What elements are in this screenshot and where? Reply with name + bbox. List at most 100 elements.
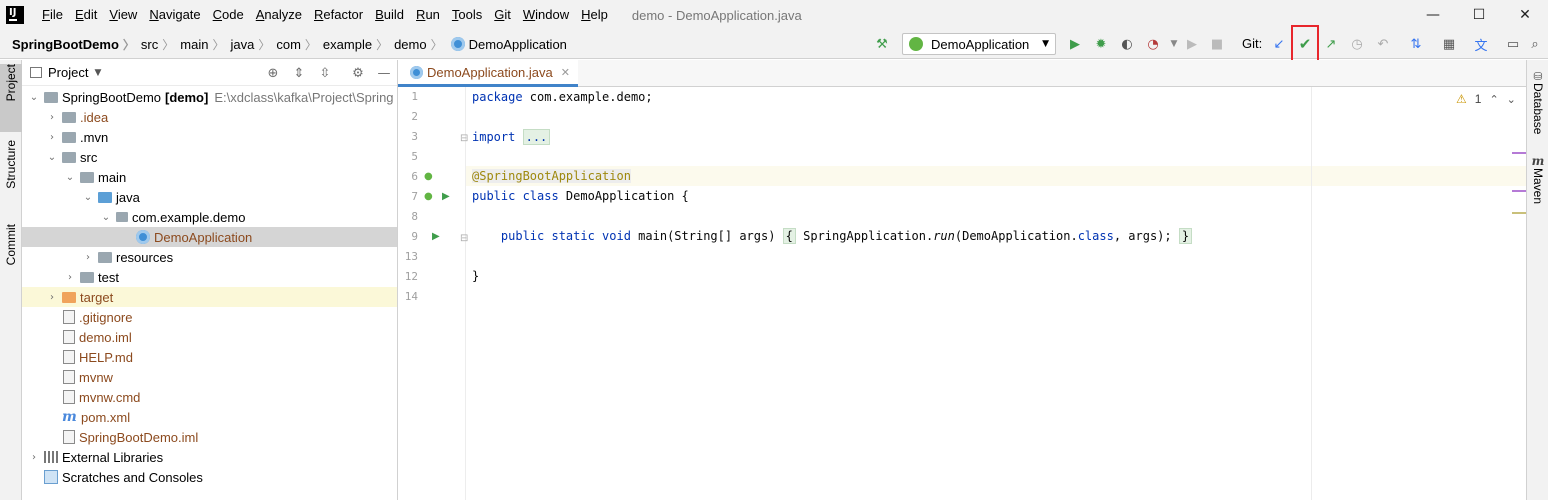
- menu-refactor[interactable]: Refactor: [308, 0, 369, 30]
- tool-tab-structure[interactable]: Structure: [0, 140, 22, 210]
- editor-gutter[interactable]: 1 2 3 5 6 7 8 9 13 12 14 ⊟ ● ● ▶ ▶ ⊟: [398, 87, 468, 500]
- tree-node-package[interactable]: ⌄ com.example.demo: [22, 207, 397, 227]
- expanded-arrow-icon[interactable]: ⌄: [62, 172, 78, 183]
- menu-file[interactable]: File: [36, 0, 69, 30]
- expand-all-icon[interactable]: ⇕: [290, 64, 308, 82]
- tree-node-mvnw-cmd[interactable]: mvnw.cmd: [22, 387, 397, 407]
- locate-file-icon[interactable]: ⊕: [264, 64, 282, 82]
- menu-help[interactable]: Help: [575, 0, 614, 30]
- tree-node-external-libraries[interactable]: › External Libraries: [22, 447, 397, 467]
- breadcrumb-com[interactable]: com 〉: [276, 36, 323, 53]
- git-update-icon[interactable]: ↙: [1267, 32, 1291, 56]
- close-window-button[interactable]: ✕: [1502, 0, 1548, 30]
- project-structure-icon[interactable]: ▦: [1437, 32, 1461, 56]
- tool-tab-database[interactable]: ⛁ Database: [1527, 70, 1548, 140]
- chevron-down-icon[interactable]: ▼: [94, 68, 101, 78]
- tree-node-src[interactable]: ⌄ src: [22, 147, 397, 167]
- breadcrumb-main[interactable]: main 〉: [180, 36, 230, 53]
- tree-node-mvn[interactable]: › .mvn: [22, 127, 397, 147]
- collapse-all-icon[interactable]: ⇳: [316, 64, 334, 82]
- expanded-arrow-icon[interactable]: ⌄: [80, 192, 96, 203]
- code-editor[interactable]: DemoApplication.java ✕ 1 2 3 5 6 7 8 9 1…: [398, 60, 1526, 500]
- tool-tab-commit[interactable]: Commit: [0, 224, 22, 286]
- menu-tools[interactable]: Tools: [446, 0, 488, 30]
- project-view-selector[interactable]: Project: [48, 65, 88, 80]
- tree-node-demoapplication[interactable]: DemoApplication: [22, 227, 397, 247]
- tree-node-mvnw[interactable]: mvnw: [22, 367, 397, 387]
- scrollbar-marker[interactable]: [1512, 152, 1526, 154]
- tree-node-springbootdemo-iml[interactable]: SpringBootDemo.iml: [22, 427, 397, 447]
- tree-node-demo-iml[interactable]: demo.iml: [22, 327, 397, 347]
- collapsed-arrow-icon[interactable]: ›: [44, 112, 60, 123]
- minimize-button[interactable]: —: [1410, 0, 1456, 30]
- tree-node-idea[interactable]: › .idea: [22, 107, 397, 127]
- collapsed-arrow-icon[interactable]: ›: [44, 132, 60, 143]
- editor-tab-demoapplication[interactable]: DemoApplication.java ✕: [398, 60, 578, 87]
- hide-panel-icon[interactable]: —: [375, 64, 393, 82]
- tree-node-target[interactable]: › target: [22, 287, 397, 307]
- scrollbar-marker[interactable]: [1512, 190, 1526, 192]
- breadcrumb-demo[interactable]: demo 〉: [394, 36, 449, 53]
- chevron-down-icon[interactable]: ⌄: [1507, 93, 1516, 106]
- git-history-icon[interactable]: ◷: [1345, 32, 1369, 56]
- run-class-icon[interactable]: ▶: [442, 191, 450, 202]
- collapsed-arrow-icon[interactable]: ›: [80, 252, 96, 263]
- terminal-icon[interactable]: ▭: [1501, 32, 1525, 56]
- breadcrumb-class[interactable]: DemoApplication: [449, 37, 567, 52]
- folded-imports[interactable]: ...: [522, 129, 551, 145]
- collapsed-arrow-icon[interactable]: ›: [62, 272, 78, 283]
- gear-icon[interactable]: ⚙: [349, 64, 367, 82]
- breadcrumb-java[interactable]: java 〉: [230, 36, 276, 53]
- maximize-button[interactable]: ☐: [1456, 0, 1502, 30]
- close-tab-icon[interactable]: ✕: [561, 66, 570, 79]
- coverage-icon[interactable]: ◐: [1115, 32, 1139, 56]
- tree-node-help-md[interactable]: HELP.md: [22, 347, 397, 367]
- collapsed-arrow-icon[interactable]: ›: [26, 452, 42, 463]
- fold-icon[interactable]: ⊟: [460, 233, 468, 244]
- menu-run[interactable]: Run: [410, 0, 446, 30]
- inspection-widget[interactable]: ⚠ 1 ⌃ ⌄: [1456, 92, 1516, 106]
- menu-window[interactable]: Window: [517, 0, 575, 30]
- breadcrumb-example[interactable]: example 〉: [323, 36, 394, 53]
- menu-build[interactable]: Build: [369, 0, 410, 30]
- menu-git[interactable]: Git: [488, 0, 517, 30]
- collapsed-arrow-icon[interactable]: ›: [44, 292, 60, 303]
- tree-node-java[interactable]: ⌄ java: [22, 187, 397, 207]
- scrollbar-marker[interactable]: [1512, 212, 1526, 214]
- debug-icon[interactable]: ✹: [1089, 32, 1113, 56]
- translate-icon[interactable]: 文: [1469, 32, 1493, 56]
- build-hammer-icon[interactable]: ⚒: [870, 32, 894, 56]
- tool-tab-maven[interactable]: m Maven: [1527, 154, 1548, 214]
- expanded-arrow-icon[interactable]: ⌄: [98, 212, 114, 223]
- breadcrumb-project[interactable]: SpringBootDemo 〉: [12, 36, 141, 53]
- expanded-arrow-icon[interactable]: ⌄: [26, 92, 42, 103]
- run-configuration-select[interactable]: DemoApplication ▼: [902, 33, 1056, 55]
- menu-code[interactable]: Code: [207, 0, 250, 30]
- tree-node-project-root[interactable]: ⌄ SpringBootDemo [demo] E:\xdclass\kafka…: [22, 87, 397, 107]
- git-push-icon[interactable]: ↗: [1319, 32, 1343, 56]
- tree-node-pom-xml[interactable]: m pom.xml: [22, 407, 397, 427]
- chevron-up-icon[interactable]: ⌃: [1489, 93, 1498, 106]
- tree-node-gitignore[interactable]: .gitignore: [22, 307, 397, 327]
- search-icon[interactable]: ⌕: [1523, 32, 1547, 56]
- tool-tab-project[interactable]: Project: [0, 64, 22, 132]
- menu-navigate[interactable]: Navigate: [143, 0, 206, 30]
- git-rollback-icon[interactable]: ↶: [1371, 32, 1395, 56]
- fold-icon[interactable]: ⊟: [460, 133, 468, 144]
- spring-bean-icon[interactable]: ●: [424, 191, 433, 202]
- tree-node-resources[interactable]: › resources: [22, 247, 397, 267]
- expanded-arrow-icon[interactable]: ⌄: [44, 152, 60, 163]
- stop-icon[interactable]: ■: [1205, 32, 1229, 56]
- vcs-operations-icon[interactable]: ⇅: [1404, 32, 1428, 56]
- tree-node-test[interactable]: › test: [22, 267, 397, 287]
- menu-edit[interactable]: Edit: [69, 0, 103, 30]
- rerun-icon[interactable]: ▶: [1180, 32, 1204, 56]
- run-icon[interactable]: ▶: [1063, 32, 1087, 56]
- tree-node-main[interactable]: ⌄ main: [22, 167, 397, 187]
- spring-bean-icon[interactable]: ●: [424, 171, 433, 182]
- menu-analyze[interactable]: Analyze: [250, 0, 308, 30]
- tree-node-scratches[interactable]: Scratches and Consoles: [22, 467, 397, 487]
- run-main-icon[interactable]: ▶: [432, 231, 440, 242]
- menu-view[interactable]: View: [103, 0, 143, 30]
- breadcrumb-src[interactable]: src 〉: [141, 36, 180, 53]
